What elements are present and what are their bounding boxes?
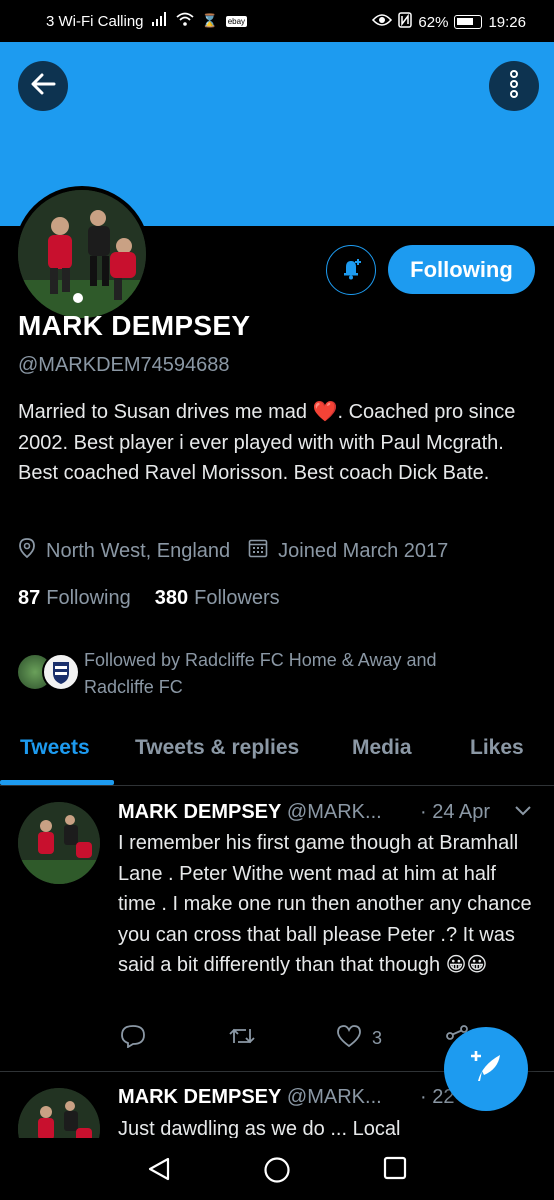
nav-back-button[interactable] [146,1156,172,1187]
location-pin-icon [18,538,36,564]
hourglass-icon: ⌛ [201,13,218,28]
followers-label: Followers [194,587,280,609]
heart-icon [336,1024,362,1053]
arrow-left-icon [30,73,56,100]
battery-icon [454,15,483,29]
tweet-avatar[interactable] [18,802,100,884]
following-count-link[interactable]: 87 Following [18,587,131,610]
status-bar: 3 Wi-Fi Calling ⌛ ebay 62% 19:26 [0,0,554,42]
following-count: 87 [18,587,41,609]
clock: 19:26 [488,13,526,31]
profile-name: MARK DEMPSEY [18,310,251,341]
followed-by-text: Followed by Radcliffe FC Home & Away and… [84,650,437,697]
tweet-header: MARK DEMPSEY @MARK... [118,801,382,824]
battery-percent: 62% [418,13,449,31]
nfc-icon [398,12,413,32]
profile-joined: Joined March 2017 [278,539,449,562]
signal-icon [151,12,168,30]
profile-handle: @MARKDEM74594688 [18,354,230,376]
tweet-author-handle: @MARK... [286,801,382,823]
tweet-author-handle: @MARK... [286,1086,382,1108]
tab-tweets[interactable]: Tweets [20,736,90,760]
tweet-header: MARK DEMPSEY @MARK... [118,1086,382,1109]
compose-tweet-button[interactable] [444,1027,528,1111]
tweet-date: · 24 Apr [420,801,491,823]
avatar-photo [18,190,146,318]
notifications-bell-button[interactable] [326,245,376,295]
tweet-text: Just dawdling as we do ... Local [118,1118,401,1138]
tweet-text: I remember his first game though at Bram… [118,832,532,976]
profile-meta: North West, England Joined March 2017 [18,538,466,564]
followers-count: 380 [154,587,189,609]
follow-counts: 87 Following 380 Followers [18,587,280,610]
nav-recents-button[interactable] [383,1156,407,1185]
active-tab-indicator [0,780,114,785]
chevron-down-icon[interactable] [514,804,532,822]
tweet-author-name: MARK DEMPSEY [118,1086,282,1108]
reply-button[interactable] [120,1024,146,1053]
retweet-icon [228,1024,256,1053]
profile-bio: Married to Susan drives me mad ❤️. Coach… [18,397,538,489]
system-nav-bar [0,1138,554,1200]
wifi-icon [175,12,194,30]
tab-tweets-and-replies[interactable]: Tweets & replies [135,736,299,760]
tab-media[interactable]: Media [352,736,412,760]
following-button[interactable]: Following [388,245,535,294]
followers-count-link[interactable]: 380 Followers [155,587,280,610]
followed-by-avatars [16,653,80,693]
more-vertical-icon [509,69,519,103]
profile-location: North West, England [46,539,231,562]
bio-text-middle: . Coached pro [337,401,464,423]
tab-likes[interactable]: Likes [470,736,524,760]
more-options-button[interactable] [489,61,539,111]
bell-plus-icon [337,254,365,287]
feather-plus-icon [466,1047,506,1092]
calendar-icon [248,538,268,564]
eye-icon [372,13,393,31]
carrier-label: 3 Wi-Fi Calling [46,12,144,30]
following-label: Following [46,587,131,609]
retweet-button[interactable] [228,1024,256,1053]
reply-icon [120,1024,146,1053]
profile-avatar[interactable] [14,186,150,322]
like-count: 3 [372,1028,383,1048]
ebay-notification-icon: ebay [225,15,248,27]
back-button[interactable] [18,61,68,111]
tweet-author-name: MARK DEMPSEY [118,801,282,823]
followed-by-section[interactable]: Followed by Radcliffe FC Home & Away and… [16,647,504,701]
heart-emoji: ❤️ [312,401,338,423]
like-button[interactable]: 3 [336,1024,382,1053]
club-crest-avatar [42,653,80,691]
bio-text-start: Married to Susan drives me mad [18,401,313,423]
profile-tabs: Tweets Tweets & replies Media Likes [0,722,554,786]
nav-home-button[interactable] [263,1156,291,1189]
